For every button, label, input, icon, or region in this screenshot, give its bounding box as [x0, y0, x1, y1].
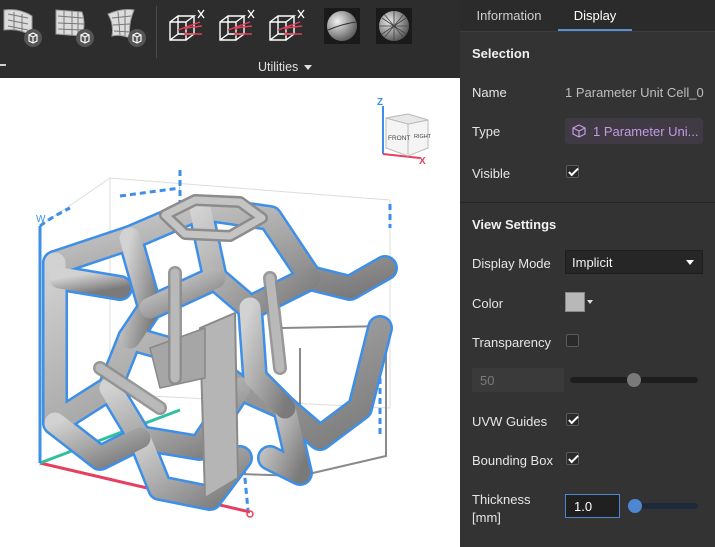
properties-panel: Information Display Selection Name 1 Par…: [460, 0, 715, 547]
uvw-guides-checkbox[interactable]: [566, 413, 579, 426]
bounding-box-label: Bounding Box: [472, 453, 553, 468]
lattice-wrap-icon[interactable]: [0, 6, 44, 48]
active-tab-indicator: [558, 29, 632, 31]
transparency-label: Transparency: [472, 335, 551, 350]
thickness-slider-thumb[interactable]: [628, 499, 642, 513]
view-cube-front: FRONT: [388, 135, 410, 142]
type-value: 1 Parameter Uni...: [593, 123, 699, 139]
utilities-menu[interactable]: Utilities: [258, 59, 313, 75]
view-settings-section-title: View Settings: [472, 217, 557, 232]
lattice-part: [42, 194, 398, 511]
toolbar-edge-marker: [0, 64, 6, 66]
view-cube[interactable]: Z X FRONT RIGHT: [377, 97, 432, 167]
cut-cell-icon[interactable]: [164, 6, 208, 48]
section-divider: [460, 202, 715, 203]
view-cube-right: RIGHT: [414, 134, 432, 140]
thickness-input[interactable]: 1.0: [565, 494, 620, 518]
color-label: Color: [472, 296, 504, 311]
cut-cell-icon[interactable]: [264, 6, 308, 48]
display-mode-label: Display Mode: [472, 256, 551, 271]
sphere-wire-icon[interactable]: [372, 6, 416, 48]
transparency-value-field[interactable]: 50: [472, 368, 564, 392]
display-mode-select[interactable]: Implicit: [565, 250, 703, 274]
thickness-unit-label: [mm]: [472, 510, 501, 525]
visible-label: Visible: [472, 166, 511, 181]
uvw-guides-label: UVW Guides: [472, 414, 548, 429]
toolbar-separator: [156, 6, 157, 58]
bounding-box-checkbox[interactable]: [566, 452, 579, 465]
utilities-label: Utilities: [258, 60, 299, 74]
scene-render: W Z X FRONT RIGHT: [36, 97, 432, 518]
name-value: 1 Parameter Unit Cell_0: [565, 85, 704, 100]
transparency-slider-thumb[interactable]: [627, 373, 641, 387]
lattice-sheet-icon[interactable]: [52, 6, 96, 48]
sphere-solid-icon[interactable]: [320, 6, 364, 48]
type-chip[interactable]: 1 Parameter Uni...: [565, 118, 703, 144]
panel-tabs: Information Display: [460, 0, 715, 32]
unit-cell-icon: [572, 124, 586, 138]
w-axis-label: W: [36, 214, 46, 225]
thickness-label: Thickness: [472, 492, 531, 507]
color-picker-button[interactable]: [565, 292, 595, 312]
x-axis-label: X: [419, 156, 426, 167]
3d-viewport[interactable]: W Z X FRONT RIGHT: [0, 78, 460, 547]
cut-cell-icon[interactable]: [214, 6, 258, 48]
tab-display[interactable]: Display: [558, 0, 632, 32]
chevron-down-icon: [686, 260, 694, 265]
type-label: Type: [472, 124, 501, 139]
selection-section-title: Selection: [472, 46, 530, 61]
toolbar: Utilities: [0, 0, 460, 78]
tab-information[interactable]: Information: [460, 0, 558, 32]
transparency-checkbox[interactable]: [566, 334, 579, 347]
chevron-down-icon: [304, 64, 313, 70]
chevron-down-icon: [587, 300, 593, 304]
display-mode-value: Implicit: [572, 254, 613, 270]
z-axis-label: Z: [377, 97, 383, 108]
visible-checkbox[interactable]: [566, 165, 579, 178]
lattice-curve-icon[interactable]: [104, 6, 148, 48]
color-swatch: [565, 292, 585, 312]
name-label: Name: [472, 85, 507, 100]
